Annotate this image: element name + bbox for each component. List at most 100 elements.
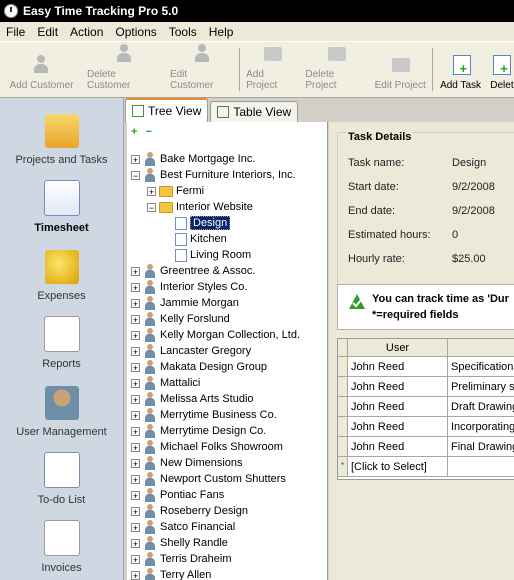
expand-icon[interactable]: + <box>131 378 140 388</box>
tree-customer[interactable]: + Mattalici <box>127 375 327 391</box>
tree-customer[interactable]: − Best Furniture Interiors, Inc. <box>127 167 327 183</box>
cell-description[interactable]: Incorporating <box>448 417 514 437</box>
edit-customer-button[interactable]: Edit Customer <box>166 42 237 97</box>
cell-user[interactable]: John Reed <box>348 397 448 417</box>
nav-invoices[interactable]: Invoices <box>0 506 123 574</box>
expand-icon[interactable]: + <box>131 298 140 308</box>
cell-description[interactable]: Preliminary sk <box>448 377 514 397</box>
delete-project-button[interactable]: Delete Project <box>301 42 370 97</box>
tree-customer[interactable]: + Terry Allen <box>127 567 327 580</box>
tree-customer[interactable]: + Interior Styles Co. <box>127 279 327 295</box>
expand-icon[interactable]: + <box>131 426 140 436</box>
tree-customer[interactable]: + Newport Custom Shutters <box>127 471 327 487</box>
cell-user[interactable]: [Click to Select] <box>348 457 448 477</box>
nav-expenses[interactable]: Expenses <box>0 234 123 302</box>
add-project-button[interactable]: Add Project <box>242 42 301 97</box>
tree-customer[interactable]: + Melissa Arts Studio <box>127 391 327 407</box>
delete-task-button[interactable]: Delete <box>486 42 514 97</box>
delete-customer-button[interactable]: Delete Customer <box>83 42 166 97</box>
tree-customer[interactable]: + Kelly Morgan Collection, Ltd. <box>127 327 327 343</box>
tree-customer[interactable]: + Merrytime Business Co. <box>127 407 327 423</box>
tree-customer[interactable]: + Lancaster Gregory <box>127 343 327 359</box>
expand-all-icon[interactable]: + <box>131 126 137 138</box>
expand-icon[interactable]: + <box>131 330 140 340</box>
cell-description[interactable]: Specifications <box>448 357 514 377</box>
tree-project[interactable]: + Fermi <box>127 183 327 199</box>
table-row[interactable]: John Reed Incorporating <box>338 417 514 437</box>
collapse-all-icon[interactable]: − <box>145 126 151 138</box>
tree-customer[interactable]: + Roseberry Design <box>127 503 327 519</box>
tree-customer[interactable]: + Kelly Forslund <box>127 311 327 327</box>
nav-timesheet[interactable]: Timesheet <box>0 166 123 234</box>
edit-project-button[interactable]: Edit Project <box>371 42 430 97</box>
cell-description[interactable]: Final Drawing <box>448 437 514 457</box>
collapse-icon[interactable]: − <box>147 202 156 212</box>
expand-icon[interactable]: + <box>131 346 140 356</box>
tab-table-view[interactable]: Table View <box>210 101 299 122</box>
nav-todo-list[interactable]: To-do List <box>0 438 123 506</box>
expand-icon[interactable]: + <box>131 282 140 292</box>
row-header[interactable] <box>338 397 348 417</box>
row-header[interactable]: * <box>338 457 348 477</box>
expand-icon[interactable]: + <box>131 570 140 580</box>
menu-action[interactable]: Action <box>64 25 109 39</box>
add-task-button[interactable]: Add Task <box>435 42 486 97</box>
expand-icon[interactable]: + <box>131 458 140 468</box>
expand-icon[interactable]: + <box>131 314 140 324</box>
tree-customer[interactable]: + Shelly Randle <box>127 535 327 551</box>
menu-options[interactable]: Options <box>109 25 162 39</box>
tree-customer[interactable]: + Greentree & Assoc. <box>127 263 327 279</box>
expand-icon[interactable]: + <box>131 506 140 516</box>
expand-icon[interactable]: + <box>131 410 140 420</box>
cell-user[interactable]: John Reed <box>348 357 448 377</box>
expand-icon[interactable]: + <box>131 442 140 452</box>
expand-icon[interactable]: + <box>131 394 140 404</box>
expand-icon[interactable]: + <box>131 474 140 484</box>
tree-task[interactable]: Kitchen <box>127 231 327 247</box>
table-row[interactable]: John Reed Draft Drawing <box>338 397 514 417</box>
nav-reports[interactable]: Reports <box>0 302 123 370</box>
tree-customer[interactable]: + Merrytime Design Co. <box>127 423 327 439</box>
expand-icon[interactable]: + <box>131 266 140 276</box>
menu-edit[interactable]: Edit <box>31 25 64 39</box>
row-header[interactable] <box>338 377 348 397</box>
expand-icon[interactable]: + <box>131 522 140 532</box>
table-row[interactable]: John Reed Preliminary sk <box>338 377 514 397</box>
expand-icon[interactable]: + <box>131 490 140 500</box>
nav-user-management[interactable]: User Management <box>0 370 123 438</box>
tab-tree-view[interactable]: Tree View <box>125 98 209 122</box>
expand-icon[interactable]: + <box>131 154 140 164</box>
expand-icon[interactable]: + <box>131 554 140 564</box>
cell-user[interactable]: John Reed <box>348 437 448 457</box>
cell-description[interactable] <box>448 457 514 477</box>
tree-customer[interactable]: + New Dimensions <box>127 455 327 471</box>
column-header-description[interactable] <box>448 339 514 357</box>
expand-icon[interactable]: + <box>131 362 140 372</box>
nav-projects-and-tasks[interactable]: Projects and Tasks <box>0 98 123 166</box>
menu-help[interactable]: Help <box>203 25 240 39</box>
row-header[interactable] <box>338 437 348 457</box>
column-header-user[interactable]: User <box>348 339 448 357</box>
tree-task[interactable]: Living Room <box>127 247 327 263</box>
expand-icon[interactable]: + <box>131 538 140 548</box>
tree-project[interactable]: − Interior Website <box>127 199 327 215</box>
tree-customer[interactable]: + Jammie Morgan <box>127 295 327 311</box>
tree-customer[interactable]: + Michael Folks Showroom <box>127 439 327 455</box>
menu-file[interactable]: File <box>0 25 31 39</box>
add-customer-button[interactable]: Add Customer <box>0 42 83 97</box>
tree-task[interactable]: Design <box>127 215 327 231</box>
row-header[interactable] <box>338 417 348 437</box>
expand-icon[interactable]: + <box>147 186 156 196</box>
table-row[interactable]: John Reed Final Drawing <box>338 437 514 457</box>
cell-description[interactable]: Draft Drawing <box>448 397 514 417</box>
tree-customer[interactable]: + Terris Draheim <box>127 551 327 567</box>
cell-user[interactable]: John Reed <box>348 377 448 397</box>
tree-customer[interactable]: + Satco Financial <box>127 519 327 535</box>
tree-customer[interactable]: + Bake Mortgage Inc. <box>127 151 327 167</box>
tree-customer[interactable]: + Pontiac Fans <box>127 487 327 503</box>
table-row[interactable]: John Reed Specifications <box>338 357 514 377</box>
cell-user[interactable]: John Reed <box>348 417 448 437</box>
menu-tools[interactable]: Tools <box>163 25 203 39</box>
row-header[interactable] <box>338 357 348 377</box>
collapse-icon[interactable]: − <box>131 170 140 180</box>
